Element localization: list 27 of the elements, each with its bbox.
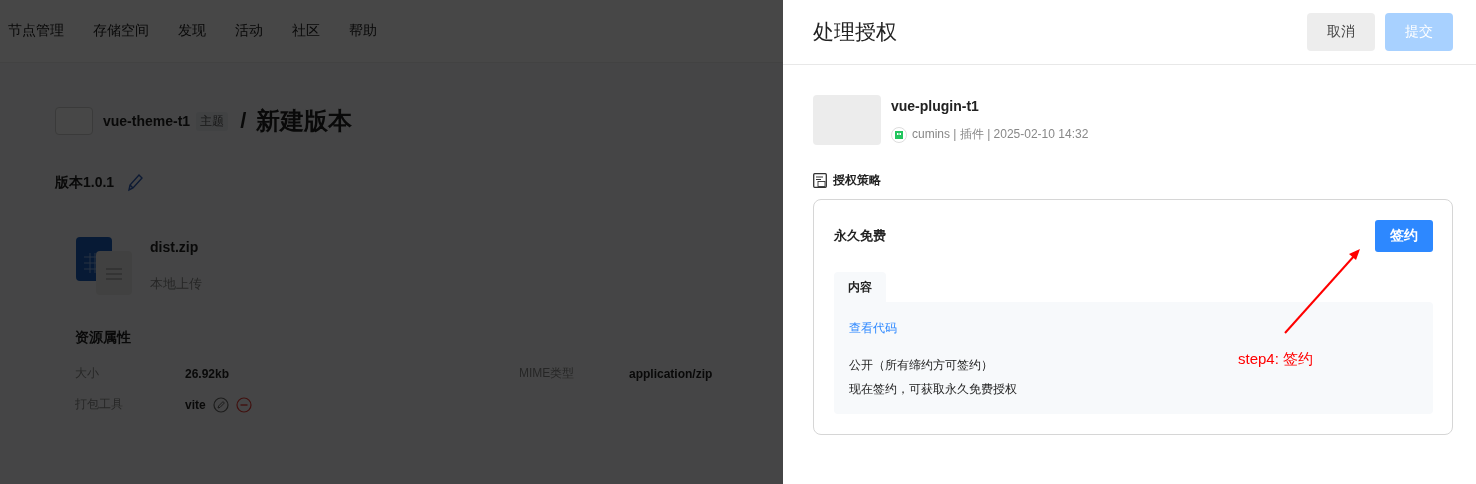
page-title: 新建版本	[256, 106, 353, 136]
policy-text: 现在签约，可获取永久免费授权	[849, 381, 1017, 398]
document-icon	[813, 173, 827, 188]
drawer-title: 处理授权	[813, 19, 897, 45]
version-label: 版本1.0.1	[55, 174, 115, 192]
view-code-link[interactable]: 查看代码	[849, 321, 897, 335]
property-value: application/zip	[629, 366, 713, 381]
property-value: 26.92kb	[185, 366, 230, 381]
property-value: vite	[185, 397, 206, 412]
nav-link[interactable]: 存储空间	[93, 22, 149, 40]
annotation-text: step4: 签约	[1238, 350, 1314, 369]
nav-link[interactable]: 活动	[235, 22, 263, 40]
nav-link[interactable]: 发现	[178, 22, 206, 40]
file-name: dist.zip	[150, 239, 200, 255]
avatar-icon	[891, 126, 907, 143]
section-heading: 授权策略	[833, 172, 881, 189]
content-tab[interactable]: 内容	[834, 272, 886, 302]
policy-name: 永久免费	[834, 227, 886, 245]
plugin-name: vue-plugin-t1	[891, 98, 980, 114]
breadcrumb-separator: /	[240, 108, 247, 134]
cancel-button[interactable]: 取消	[1307, 13, 1375, 51]
nav-link[interactable]: 社区	[292, 22, 320, 40]
section-title: 资源属性	[75, 329, 132, 347]
resource-name: vue-theme-t1	[103, 113, 191, 129]
sign-button[interactable]: 签约	[1375, 220, 1433, 252]
policy-text: 公开（所有缔约方可签约）	[849, 357, 993, 374]
plugin-meta: cumins | 插件 | 2025-02-10 14:32	[912, 126, 1089, 143]
